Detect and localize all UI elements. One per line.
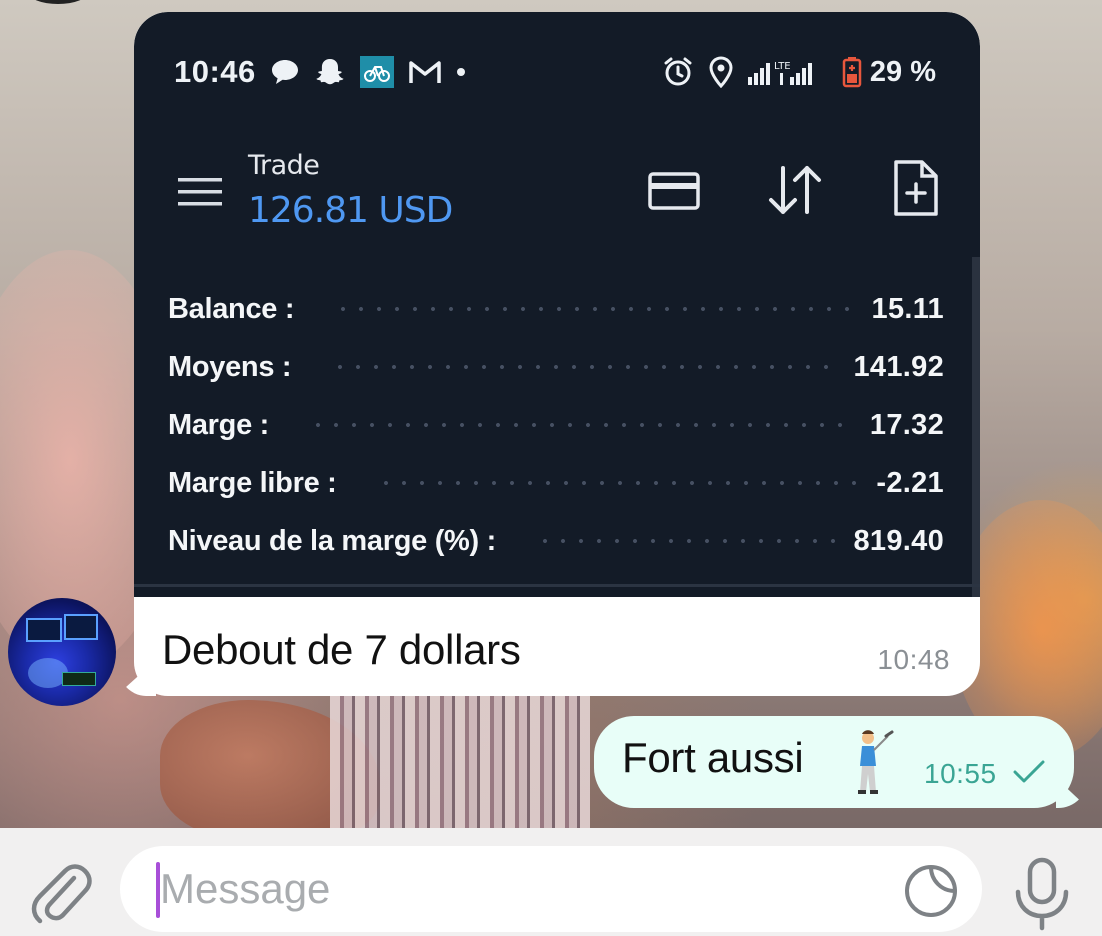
chat-view: 10:46 LTE 29 % Trade 126.81 USD Balance … (0, 0, 1102, 936)
account-row: Marge : 17.32 (168, 396, 944, 454)
scrollbar[interactable] (972, 257, 980, 597)
microphone-icon[interactable] (1010, 856, 1074, 932)
outgoing-message-text: Fort aussi (622, 734, 804, 781)
account-label: Niveau de la marge (%) : (168, 524, 497, 557)
alarm-icon (662, 56, 694, 88)
paperclip-icon[interactable] (28, 858, 92, 926)
message-composer (0, 828, 1102, 936)
trade-amount: 126.81 USD (248, 190, 453, 231)
menu-icon[interactable] (178, 174, 224, 210)
trading-screenshot-image[interactable]: 10:46 LTE 29 % Trade 126.81 USD Balance … (134, 12, 980, 597)
account-row: Niveau de la marge (%) : 819.40 (168, 512, 944, 570)
gmail-icon (408, 59, 442, 85)
trade-title: Trade (248, 150, 320, 181)
svg-text:LTE: LTE (774, 61, 791, 72)
account-label: Balance : (168, 292, 295, 325)
transfer-arrows-icon[interactable] (766, 162, 824, 218)
status-time: 10:46 (174, 54, 256, 89)
account-row: Balance : 15.11 (168, 280, 944, 338)
avatar-monitor-shape (64, 614, 98, 640)
sticker-icon[interactable] (902, 862, 960, 920)
trade-header: Trade 126.81 USD (134, 132, 980, 242)
location-pin-icon (708, 56, 734, 88)
signal-lte-icon: LTE (747, 57, 828, 87)
dot-leader (331, 364, 836, 370)
account-label: Marge : (168, 408, 270, 441)
avatar-monitor-shape (26, 618, 62, 642)
sent-check-icon (1012, 758, 1046, 786)
account-value: 15.11 (871, 292, 944, 325)
account-value: 819.40 (853, 524, 944, 557)
divider (134, 584, 980, 587)
account-value: -2.21 (876, 466, 944, 499)
card-icon[interactable] (648, 170, 700, 212)
incoming-message-time: 10:48 (877, 644, 950, 675)
account-row: Marge libre : -2.21 (168, 454, 944, 512)
account-label: Marge libre : (168, 466, 337, 499)
dot-leader (309, 422, 852, 428)
notification-dot-icon (456, 67, 466, 77)
message-input[interactable] (160, 856, 880, 922)
incoming-message-bubble[interactable]: 10:46 LTE 29 % Trade 126.81 USD Balance … (134, 12, 980, 696)
message-field[interactable] (120, 846, 982, 932)
account-value: 141.92 (853, 350, 944, 383)
dot-leader (536, 538, 836, 544)
bike-app-icon (359, 56, 394, 88)
status-right-group: LTE 29 % (648, 56, 936, 89)
background-partial-avatar (28, 0, 88, 4)
account-summary-list: Balance : 15.11 Moyens : 141.92 Marge : … (168, 280, 944, 570)
chat-bubble-icon (270, 58, 300, 86)
outgoing-message-time: 10:55 (924, 758, 997, 789)
incoming-message-text: Debout de 7 dollars (162, 626, 521, 673)
outgoing-message-bubble[interactable]: Fort aussi 10:55 (594, 716, 1074, 808)
account-row: Moyens : 141.92 (168, 338, 944, 396)
dot-leader (334, 306, 854, 312)
phone-status-bar: 10:46 LTE 29 % (174, 52, 936, 92)
account-label: Moyens : (168, 350, 292, 383)
dot-leader (376, 480, 859, 486)
background-wallpaper-banknotes (330, 690, 590, 840)
avatar-keyboard-shape (62, 672, 96, 686)
battery-percent: 29 % (869, 55, 936, 88)
sender-avatar[interactable] (8, 598, 116, 706)
golfer-emoji (852, 726, 900, 796)
battery-low-icon (842, 56, 862, 88)
account-value: 17.32 (869, 408, 944, 441)
snapchat-ghost-icon (314, 57, 346, 87)
new-document-icon[interactable] (892, 158, 940, 218)
